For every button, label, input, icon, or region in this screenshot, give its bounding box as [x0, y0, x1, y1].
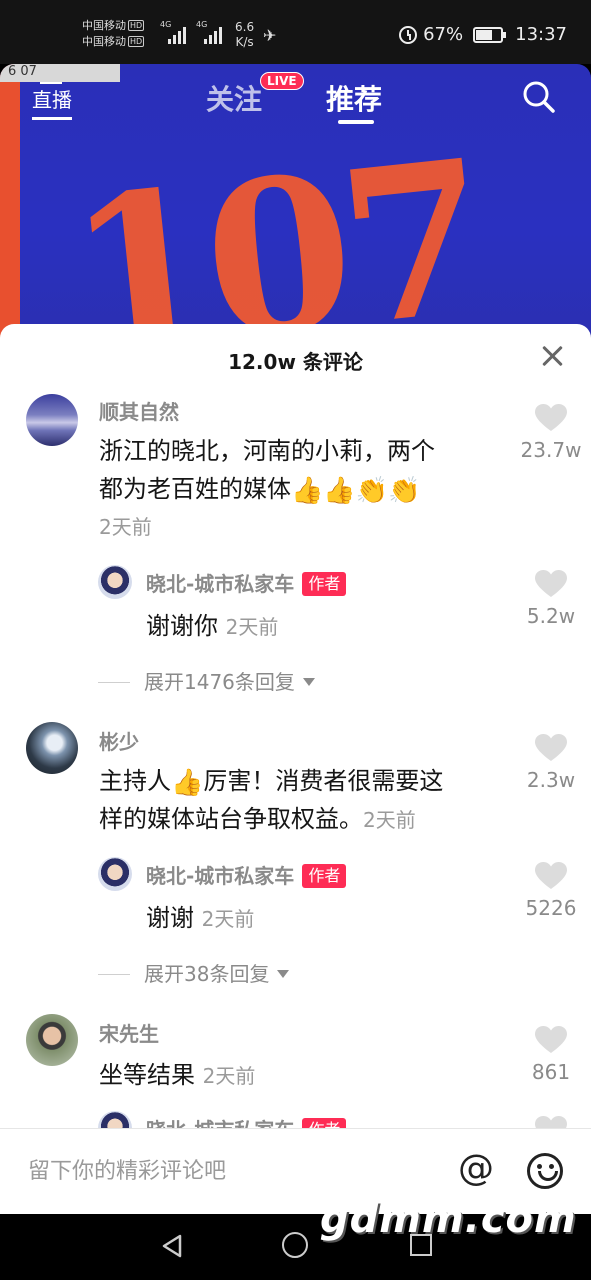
- expand-replies-button[interactable]: 展开38条回复: [98, 958, 290, 987]
- live-stream-button[interactable]: 直播: [32, 80, 72, 120]
- alarm-icon: [399, 25, 418, 44]
- status-right: 67% 13:37: [399, 24, 567, 45]
- comment-content: 坐等结果: [99, 1061, 195, 1089]
- heart-icon: [535, 404, 567, 431]
- battery-fill: [476, 29, 493, 40]
- comment-input[interactable]: 留下你的精彩评论吧: [28, 1153, 226, 1185]
- network-type-1: 4G: [160, 20, 172, 29]
- like-button[interactable]: 2.3w: [516, 734, 586, 792]
- reply-text[interactable]: 谢谢你 2天前: [146, 607, 278, 646]
- back-icon[interactable]: [160, 1234, 184, 1258]
- divider-dash: [98, 974, 130, 975]
- hd-badge-2: HD: [128, 36, 145, 47]
- reply-content: 谢谢: [146, 904, 194, 932]
- hd-badge-1: HD: [128, 20, 145, 31]
- reply-like-button[interactable]: 5226: [516, 862, 586, 920]
- comments-sheet: 12.0w 条评论 顺其自然 浙江的晓北，河南的小莉，两个 都为老百姓的媒体👍👍…: [0, 324, 591, 1214]
- comment-line-1-pre: 主持人: [99, 767, 171, 795]
- reply-time: 2天前: [201, 907, 255, 931]
- emoji-icon[interactable]: [527, 1153, 563, 1189]
- close-icon[interactable]: [540, 344, 564, 368]
- avatar[interactable]: [26, 722, 78, 774]
- speed-value: 6.6: [235, 20, 255, 34]
- at-mention-icon[interactable]: @: [458, 1149, 494, 1189]
- video-big-text: 107: [58, 113, 491, 344]
- heart-icon: [535, 1026, 567, 1053]
- speed-unit: K/s: [235, 35, 254, 49]
- chevron-down-icon: [302, 678, 315, 686]
- tab-active-indicator: [338, 120, 374, 124]
- comment-line-1: 浙江的晓北，河南的小莉，两个: [99, 437, 435, 465]
- comment-emojis: 👍👍👏👏: [291, 476, 421, 506]
- like-count: 2.3w: [526, 768, 576, 792]
- comment-text[interactable]: 浙江的晓北，河南的小莉，两个 都为老百姓的媒体👍👍👏👏 2天前: [99, 432, 509, 546]
- watermark: gdmm.com: [320, 1196, 577, 1242]
- comment-time: 2天前: [202, 1064, 256, 1088]
- reply-header: 晓北-城市私家车作者: [146, 860, 347, 889]
- battery-percent: 67%: [423, 24, 464, 45]
- signal-icon-2: 4G: [196, 20, 226, 44]
- reply-avatar[interactable]: [98, 857, 132, 891]
- like-button[interactable]: 861: [516, 1026, 586, 1084]
- carrier-2: 中国移动: [82, 35, 126, 48]
- comment-username[interactable]: 彬少: [99, 726, 139, 755]
- carrier-info: 中国移动 HD 中国移动 HD: [82, 18, 145, 50]
- divider-dash: [98, 682, 130, 683]
- network-type-2: 4G: [196, 20, 208, 29]
- comment-emoji: 👍: [171, 768, 204, 798]
- comment-line-1-post: 厉害！消费者很需要这: [203, 767, 444, 795]
- chevron-down-icon: [277, 970, 290, 978]
- reply-username[interactable]: 晓北-城市私家车: [146, 572, 294, 596]
- comment-time: 2天前: [99, 515, 152, 539]
- expand-replies-label: 展开1476条回复: [144, 670, 295, 694]
- comment-line-2: 样的媒体站台争取权益。: [99, 805, 363, 833]
- tab-recommend[interactable]: 推荐: [326, 78, 382, 118]
- battery-icon: [473, 26, 507, 43]
- reply-avatar[interactable]: [98, 565, 132, 599]
- search-icon[interactable]: [522, 80, 556, 114]
- reply-text[interactable]: 谢谢 2天前: [146, 899, 254, 938]
- heart-icon: [535, 862, 567, 889]
- like-count: 861: [531, 1060, 571, 1084]
- reply-like-count: 5226: [525, 896, 577, 920]
- comment-username[interactable]: 顺其自然: [99, 396, 179, 425]
- avatar[interactable]: [26, 394, 78, 446]
- home-icon[interactable]: [282, 1232, 308, 1258]
- reply-like-button[interactable]: 5.2w: [516, 570, 586, 628]
- airplane-icon: ✈: [263, 26, 277, 45]
- recent-apps-icon[interactable]: [410, 1234, 432, 1256]
- reply-content: 谢谢你: [146, 612, 218, 640]
- live-badge: LIVE: [260, 72, 304, 90]
- reply-time: 2天前: [225, 615, 279, 639]
- comment-time: 2天前: [363, 808, 416, 832]
- clock: 13:37: [515, 24, 567, 45]
- carrier-1: 中国移动: [82, 19, 126, 32]
- comment-username[interactable]: 宋先生: [99, 1018, 159, 1047]
- status-bar: 中国移动 HD 中国移动 HD 4G 4G 6.6 K/s ✈ 67% 13:37: [0, 0, 591, 64]
- like-count: 23.7w: [520, 438, 582, 462]
- author-badge: 作者: [302, 864, 347, 888]
- comment-text[interactable]: 主持人👍厉害！消费者很需要这 样的媒体站台争取权益。2天前: [99, 762, 519, 839]
- avatar[interactable]: [26, 1014, 78, 1066]
- comments-count-title: 12.0w 条评论: [228, 350, 363, 374]
- expand-replies-label: 展开38条回复: [144, 962, 270, 986]
- expand-replies-button[interactable]: 展开1476条回复: [98, 666, 315, 695]
- heart-icon: [535, 570, 567, 597]
- comment-line-2: 都为老百姓的媒体: [99, 475, 291, 503]
- reply-like-count: 5.2w: [526, 604, 576, 628]
- like-button[interactable]: 23.7w: [516, 404, 586, 462]
- comment-text[interactable]: 坐等结果 2天前: [99, 1056, 255, 1095]
- author-badge: 作者: [302, 572, 347, 596]
- tab-follow[interactable]: 关注: [206, 78, 262, 118]
- reply-username[interactable]: 晓北-城市私家车: [146, 864, 294, 888]
- network-speed: 6.6 K/s: [235, 20, 254, 50]
- heart-icon: [535, 734, 567, 761]
- reply-header: 晓北-城市私家车作者: [146, 568, 347, 597]
- signal-icon-1: 4G: [160, 20, 190, 44]
- top-nav: 直播 关注 LIVE 推荐: [0, 64, 591, 134]
